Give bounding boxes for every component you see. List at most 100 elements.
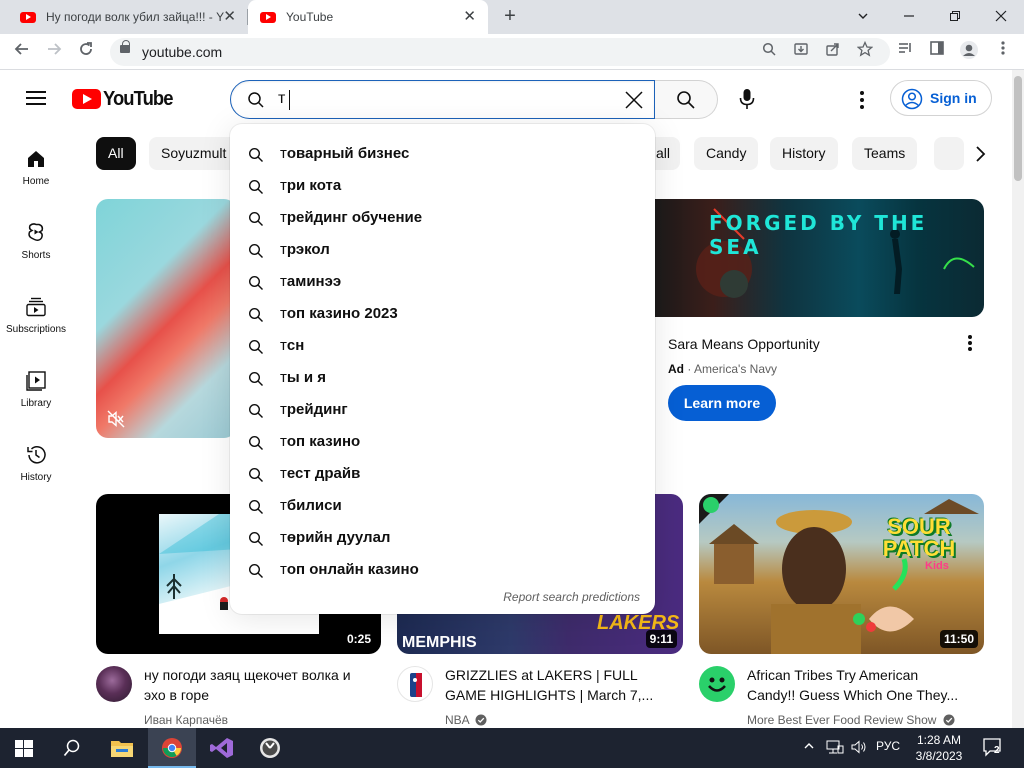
suggestion-text: топ казино 2023 xyxy=(280,305,398,322)
muted-speaker-icon[interactable] xyxy=(106,409,126,429)
clear-search-icon[interactable] xyxy=(620,86,648,114)
search-suggestion[interactable]: топ казино 2023 xyxy=(230,299,655,331)
thumb-text-kids: Kids xyxy=(925,560,949,572)
back-arrow-icon[interactable] xyxy=(10,40,34,64)
ad-title[interactable]: Sara Means Opportunity xyxy=(668,334,820,354)
ad-advertiser[interactable]: America's Navy xyxy=(694,362,777,376)
app-clock-icon[interactable] xyxy=(246,728,294,768)
sidebar-item-history[interactable]: History xyxy=(0,444,72,483)
search-suggestion[interactable]: тест драйв xyxy=(230,459,655,491)
search-suggestion[interactable]: топ казино xyxy=(230,427,655,459)
forward-arrow-icon[interactable] xyxy=(42,40,66,64)
ad-banner-thumbnail[interactable]: FORGED BY THE SEA xyxy=(654,199,984,317)
search-suggestion[interactable]: три кота xyxy=(230,171,655,203)
search-suggestion[interactable]: таминээ xyxy=(230,267,655,299)
settings-more-icon[interactable] xyxy=(850,88,874,112)
visual-studio-icon[interactable] xyxy=(198,728,246,768)
sign-in-button[interactable]: Sign in xyxy=(890,80,992,116)
chip-teams[interactable]: Teams xyxy=(852,137,918,170)
suggestion-typed: т xyxy=(280,369,287,386)
search-input[interactable]: т xyxy=(230,80,655,119)
close-window-button[interactable] xyxy=(978,4,1024,30)
search-suggestion[interactable]: трэкол xyxy=(230,235,655,267)
chip-soyuzmult[interactable]: Soyuzmult xyxy=(149,137,239,170)
search-icon xyxy=(248,435,263,450)
sidebar-item-home[interactable]: Home xyxy=(0,148,72,187)
channel-name[interactable]: Иван Карпачёв xyxy=(144,713,228,727)
volume-icon[interactable] xyxy=(851,740,867,757)
search-suggestion[interactable]: тсн xyxy=(230,331,655,363)
restore-button[interactable] xyxy=(932,4,978,30)
search-input-value[interactable]: т xyxy=(278,90,285,108)
sidebar-item-label: Subscriptions xyxy=(5,324,67,335)
channel-avatar[interactable] xyxy=(96,666,132,702)
side-panel-icon[interactable] xyxy=(926,40,948,62)
profile-avatar-icon[interactable] xyxy=(958,40,980,62)
scrollbar-thumb[interactable] xyxy=(1014,76,1022,181)
hamburger-menu-icon[interactable] xyxy=(26,90,46,106)
network-icon[interactable] xyxy=(826,740,844,757)
tab-close-icon[interactable]: ✕ xyxy=(223,9,236,25)
clock[interactable]: 1:28 AM 3/8/2023 xyxy=(910,732,968,764)
learn-more-button[interactable]: Learn more xyxy=(668,385,776,421)
video-title[interactable]: ну погоди заяц щекочет волка и эхо в гор… xyxy=(144,665,351,705)
search-icon xyxy=(248,243,263,258)
video-title[interactable]: GRIZZLIES at LAKERS | FULL GAME HIGHLIGH… xyxy=(445,665,653,705)
chevron-right-icon[interactable] xyxy=(968,142,992,166)
search-suggestion[interactable]: топ онлайн казино xyxy=(230,555,655,587)
chip-history[interactable]: History xyxy=(770,137,838,170)
chip-candy[interactable]: Candy xyxy=(694,137,759,170)
suggestion-completion: рейдинг xyxy=(286,401,348,418)
search-suggestion[interactable]: трейдинг обучение xyxy=(230,203,655,235)
zoom-search-icon[interactable] xyxy=(758,41,780,63)
nba-logo-icon[interactable] xyxy=(397,666,433,702)
tray-show-hidden-icon[interactable] xyxy=(803,740,815,755)
search-suggestion[interactable]: тбилиси xyxy=(230,491,655,523)
youtube-logo[interactable]: YouTube xyxy=(72,87,179,111)
search-icon xyxy=(248,467,263,482)
taskbar-search-icon[interactable] xyxy=(48,728,96,768)
sidebar-item-shorts[interactable]: Shorts xyxy=(0,222,72,261)
new-tab-button[interactable]: + xyxy=(498,5,522,28)
search-suggestion[interactable]: товарный бизнес xyxy=(230,139,655,171)
address-bar[interactable]: youtube.com xyxy=(110,38,890,66)
sidebar-item-subscriptions[interactable]: Subscriptions xyxy=(0,296,72,335)
channel-avatar[interactable] xyxy=(699,666,735,702)
lock-icon[interactable] xyxy=(120,40,130,53)
file-explorer-icon[interactable] xyxy=(98,728,146,768)
channel-name[interactable]: More Best Ever Food Review Show xyxy=(747,713,955,727)
install-app-icon[interactable] xyxy=(790,41,812,63)
youtube-logo-text: YouTube xyxy=(103,87,173,110)
suggestion-completion: рейдинг обучение xyxy=(286,209,423,226)
sidebar-item-library[interactable]: Library xyxy=(0,370,72,409)
share-icon[interactable] xyxy=(822,41,844,63)
browser-tab-youtube[interactable]: YouTube ✕ xyxy=(248,0,488,34)
tab-search-chevron-down-icon[interactable] xyxy=(840,4,886,30)
report-search-predictions-link[interactable]: Report search predictions xyxy=(503,590,640,604)
search-suggestion[interactable]: трейдинг xyxy=(230,395,655,427)
video-title[interactable]: African Tribes Try American Candy!! Gues… xyxy=(747,665,958,705)
bookmark-star-icon[interactable] xyxy=(854,40,876,63)
search-suggestion[interactable]: ты и я xyxy=(230,363,655,395)
tab-close-icon[interactable]: ✕ xyxy=(463,9,476,25)
voice-search-button[interactable] xyxy=(728,80,766,118)
media-queue-icon[interactable] xyxy=(894,40,916,62)
search-button[interactable] xyxy=(655,80,718,119)
chip-partial[interactable] xyxy=(934,137,964,170)
chip-all[interactable]: All xyxy=(96,137,136,170)
language-indicator[interactable]: РУС xyxy=(876,739,900,753)
ad-more-options-icon[interactable] xyxy=(958,333,982,360)
address-url[interactable]: youtube.com xyxy=(142,44,222,60)
featured-video-thumbnail[interactable] xyxy=(96,199,236,438)
browser-tab-nu-pogodi[interactable]: Ну погоди волк убил зайца!!! - Y ✕ xyxy=(8,0,248,34)
channel-name[interactable]: NBA xyxy=(445,713,487,727)
minimize-button[interactable] xyxy=(886,4,932,30)
chrome-taskbar-icon[interactable] xyxy=(148,728,196,768)
reload-icon[interactable] xyxy=(74,40,98,64)
search-icon xyxy=(677,91,695,109)
search-suggestion[interactable]: төрийн дуулал xyxy=(230,523,655,555)
windows-start-icon[interactable] xyxy=(0,728,48,768)
browser-menu-icon[interactable] xyxy=(992,40,1014,62)
video-thumbnail[interactable]: SOUR PATCH Kids 11:50 xyxy=(699,494,984,654)
notifications-icon[interactable]: 2 xyxy=(982,737,1004,760)
